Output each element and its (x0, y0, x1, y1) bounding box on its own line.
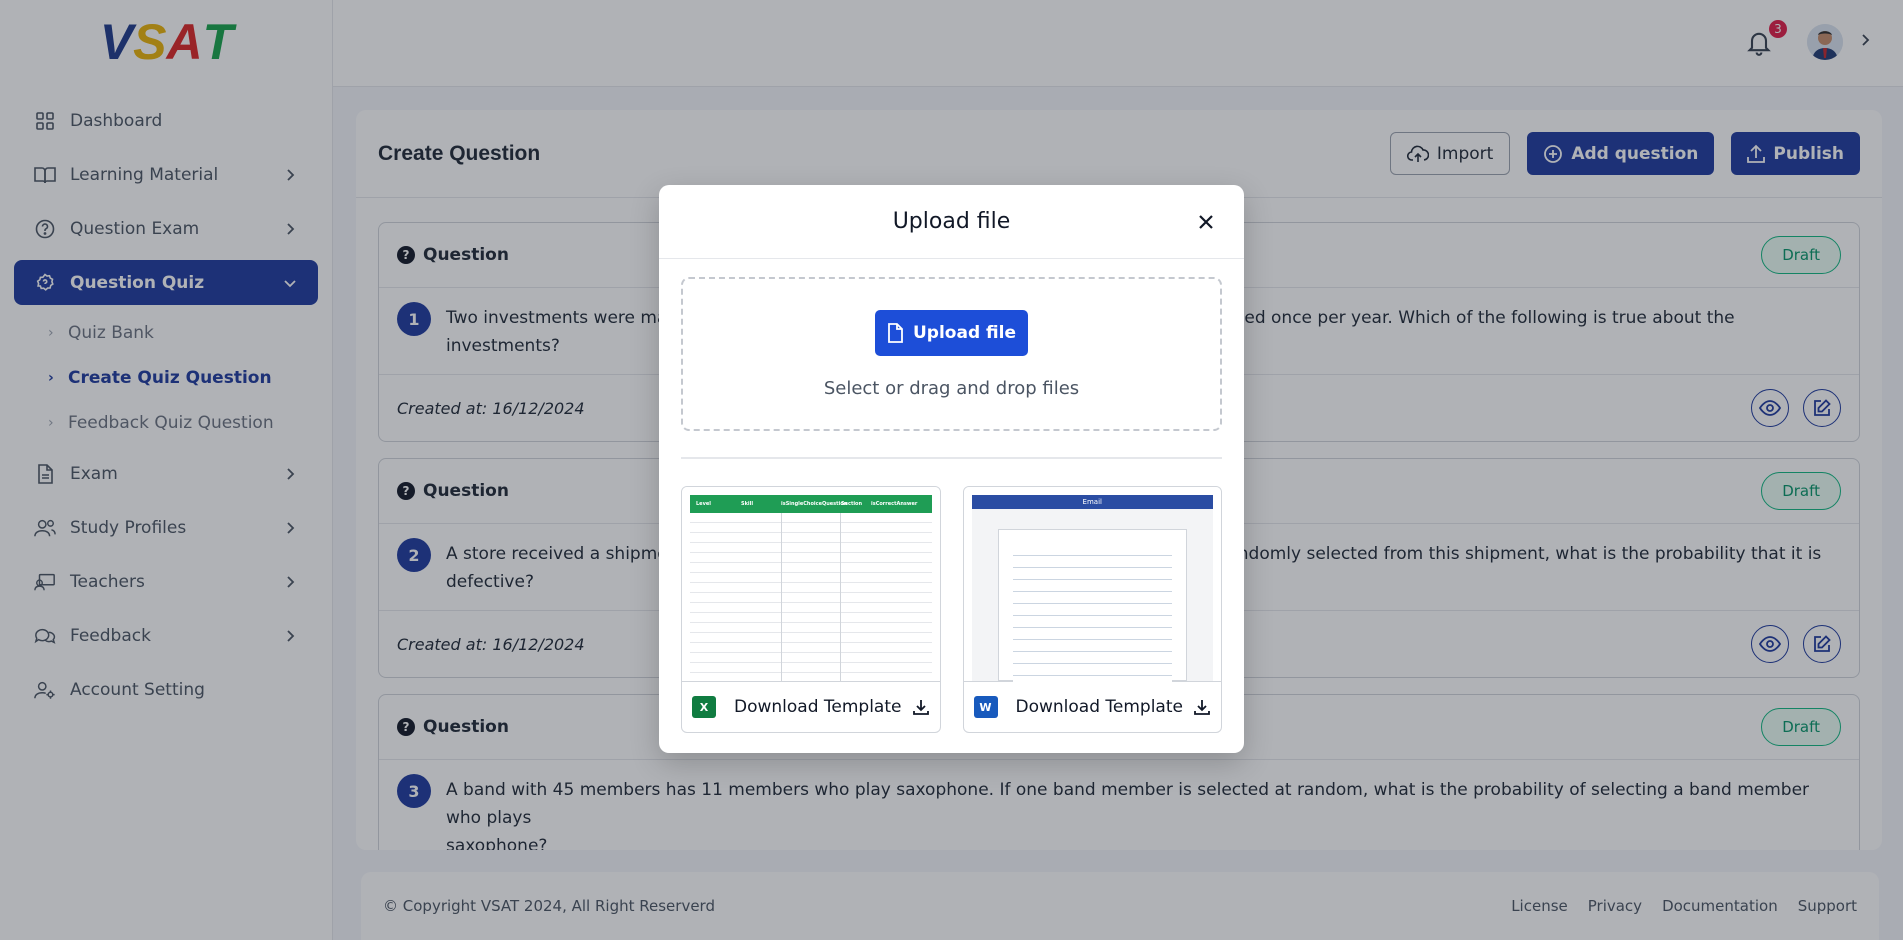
download-template-label: Download Template (1015, 697, 1183, 717)
word-template-footer: W Download Template (964, 682, 1222, 732)
close-icon[interactable] (1194, 210, 1218, 234)
word-template-preview: Email (963, 487, 1221, 684)
modal-title: Upload file (892, 209, 1011, 234)
download-icon[interactable] (912, 698, 930, 716)
excel-header-row: Level Skill isSingleChoiceQuestion Secti… (690, 495, 932, 513)
excel-header-cell: isSingleChoiceQuestion (781, 501, 848, 507)
word-icon: W (973, 696, 998, 718)
dropzone-hint: Select or drag and drop files (823, 377, 1080, 399)
word-page (997, 529, 1187, 684)
upload-modal: Upload file Upload file Select or drag a… (659, 185, 1244, 753)
file-icon (888, 322, 903, 343)
word-page-bg (971, 509, 1213, 684)
excel-icon: X (692, 696, 716, 718)
word-header-bar: Email (971, 495, 1213, 509)
excel-template-preview: Level Skill isSingleChoiceQuestion Secti… (682, 487, 940, 682)
template-list: Level Skill isSingleChoiceQuestion Secti… (681, 486, 1222, 733)
modal-header: Upload file (659, 185, 1244, 259)
excel-header-cell: isCorrectAnswer (871, 501, 918, 507)
excel-header-cell: Skill (741, 501, 754, 507)
excel-header-cell: Section (841, 501, 863, 507)
word-template-card[interactable]: Email W Download Template (962, 486, 1222, 733)
download-icon[interactable] (1193, 698, 1211, 716)
excel-header-cell: Level (696, 501, 711, 507)
download-template-label: Download Template (734, 697, 902, 717)
upload-file-button[interactable]: Upload file (875, 309, 1028, 356)
excel-grid (690, 513, 932, 681)
excel-template-footer: X Download Template (682, 682, 940, 732)
divider (681, 457, 1222, 459)
upload-file-label: Upload file (913, 322, 1016, 343)
file-dropzone[interactable]: Upload file Select or drag and drop file… (681, 277, 1222, 431)
excel-template-card[interactable]: Level Skill isSingleChoiceQuestion Secti… (681, 486, 941, 733)
